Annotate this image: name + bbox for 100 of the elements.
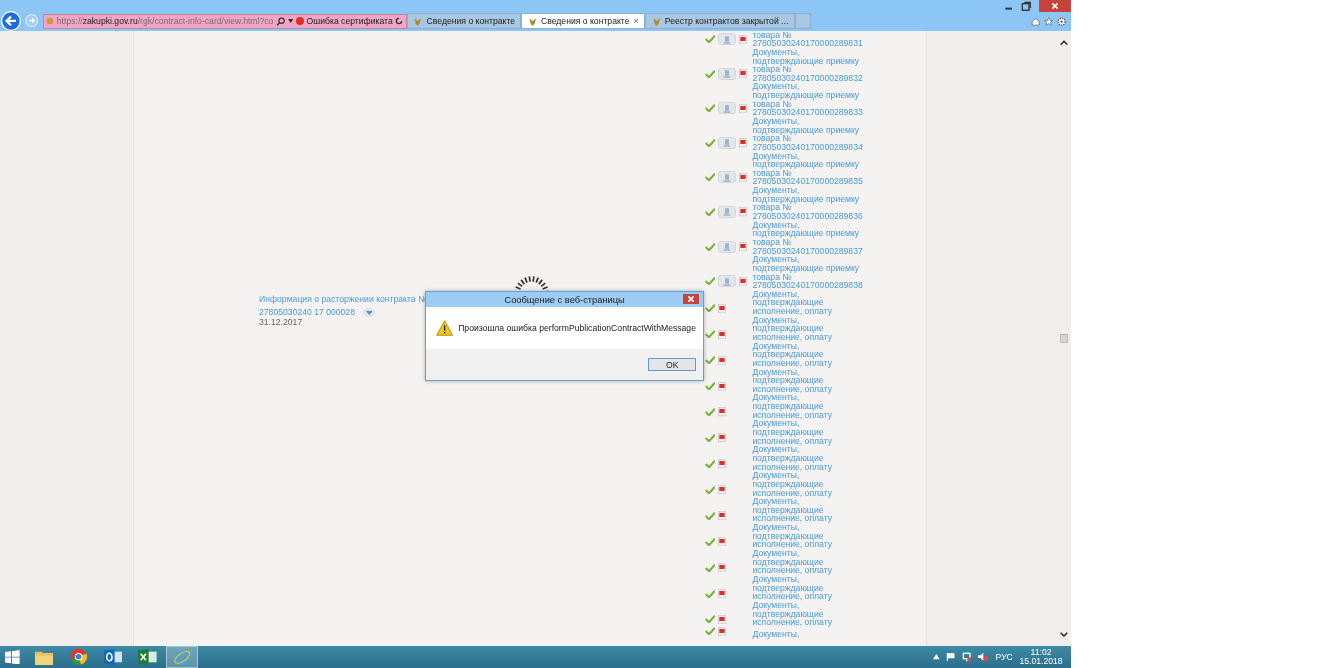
settings-icon[interactable]	[1057, 17, 1067, 27]
scroll-up-icon[interactable]	[1060, 39, 1068, 46]
clock[interactable]: 11:02 15.01.2018	[1019, 647, 1063, 667]
checkmark-icon	[704, 485, 716, 494]
stamp-icon	[723, 138, 732, 148]
pdf-file-icon[interactable]	[717, 485, 726, 495]
internet-explorer-button[interactable]	[166, 646, 199, 668]
document-link[interactable]: Документы, подтверждающие исполнение, оплату	[752, 445, 862, 472]
expand-button[interactable]	[362, 307, 375, 318]
pdf-file-icon[interactable]	[717, 303, 726, 314]
address-bar[interactable]: https://zakupki.gov.ru/rgk/contract-info-card/view.html?co Ошибка сертификата	[42, 13, 407, 29]
stamp-icon	[723, 103, 732, 113]
document-link[interactable]: Документы, подтверждающие исполнение, оплату	[752, 393, 862, 420]
checkmark-icon	[704, 382, 716, 391]
checkmark-icon	[704, 69, 716, 78]
pdf-file-icon[interactable]	[717, 563, 726, 573]
network-icon[interactable]	[962, 652, 972, 662]
pdf-file-icon[interactable]	[717, 626, 726, 637]
pdf-file-icon[interactable]	[717, 407, 726, 417]
pdf-file-icon[interactable]	[739, 172, 748, 183]
document-link[interactable]: Документы, подтверждающие исполнение, оплату	[752, 341, 862, 368]
pdf-file-icon[interactable]	[717, 588, 726, 599]
restore-icon[interactable]	[1021, 0, 1033, 12]
pdf-file-icon[interactable]	[739, 34, 748, 44]
stamp-icon	[723, 207, 732, 217]
home-icon[interactable]	[1030, 17, 1041, 27]
pdf-file-icon[interactable]	[717, 614, 726, 625]
document-link[interactable]: Документы, подтверждающие исполнение, оплату	[752, 549, 862, 575]
pdf-file-icon[interactable]	[717, 511, 726, 521]
pdf-file-icon[interactable]	[717, 459, 726, 469]
pdf-file-icon[interactable]	[739, 103, 748, 113]
certificate-error-label[interactable]: Ошибка сертификата	[306, 16, 393, 27]
checkmark-icon	[704, 35, 716, 44]
speaker-icon[interactable]	[978, 652, 989, 662]
caret-icon[interactable]	[287, 19, 294, 24]
star-icon[interactable]	[1044, 17, 1054, 27]
pdf-file-icon[interactable]	[717, 329, 726, 339]
document-link[interactable]: Документы, подтверждающие исполнение, оплату	[752, 471, 862, 498]
checkmark-icon	[704, 138, 716, 147]
back-icon[interactable]	[1, 10, 22, 31]
browser-tab[interactable]: Сведения о контракте	[407, 13, 522, 30]
close-window-button[interactable]	[1038, 0, 1071, 12]
checkmark-icon	[704, 459, 716, 468]
pdf-file-icon[interactable]	[739, 69, 748, 79]
document-link[interactable]: Документы, подтверждающие исполнение, оплату	[752, 419, 862, 446]
document-link[interactable]: Документы, подтверждающие приемку товара № 27805030240170000289837	[752, 220, 862, 256]
termination-date: 31.12.2017	[259, 317, 304, 328]
pdf-file-icon[interactable]	[739, 207, 748, 217]
pdf-file-icon[interactable]	[739, 276, 748, 286]
checkmark-icon	[704, 408, 716, 417]
mail-icon	[103, 649, 123, 665]
checkmark-icon	[704, 537, 716, 546]
pdf-file-icon[interactable]	[739, 241, 748, 252]
scrollbar-thumb[interactable]	[1060, 333, 1068, 344]
checkmark-icon	[704, 434, 716, 442]
windows-logo-icon	[5, 649, 20, 665]
stamp-icon	[723, 276, 732, 286]
spreadsheet-icon	[138, 649, 157, 665]
scroll-down-icon[interactable]	[1060, 631, 1068, 638]
document-link[interactable]: Документы, подтверждающие исполнение, оплату	[752, 574, 862, 601]
stamp-icon	[723, 34, 732, 44]
document-link[interactable]: Документы, подтверждающие приемку товара № 27805030240170000289836	[752, 186, 862, 221]
pdf-file-icon[interactable]	[717, 433, 726, 443]
checkmark-icon	[704, 277, 716, 286]
stamp-icon	[723, 69, 732, 79]
language-indicator[interactable]: РУС	[995, 652, 1013, 662]
pdf-file-icon[interactable]	[717, 537, 726, 547]
dialog-message: Произошла ошибка performPublicationContractWithMessage	[458, 323, 696, 334]
checkmark-icon	[704, 208, 716, 216]
checkmark-icon	[704, 104, 716, 113]
document-link[interactable]: Документы, подтверждающие исполнение, оплату	[752, 497, 862, 524]
refresh-icon[interactable]	[395, 17, 404, 26]
browser-tab[interactable]: Реестр контрактов закрытой ...	[645, 13, 795, 30]
document-link[interactable]: Документы, подтверждающие исполнение, оплату	[752, 600, 862, 627]
stamp-icon	[723, 172, 732, 183]
pdf-file-icon[interactable]	[717, 381, 726, 391]
pdf-file-icon[interactable]	[717, 355, 726, 365]
close-dialog-button[interactable]	[682, 293, 699, 305]
browser-tab[interactable]: Сведения о контракте ×	[521, 13, 646, 30]
document-link[interactable]: Документы,	[752, 630, 862, 639]
contract-number-link[interactable]: 27805030240 17 000028	[259, 307, 355, 318]
document-link[interactable]: Документы, подтверждающие приемку товара № 27805030240170000289838	[752, 255, 862, 290]
caret-icon	[365, 310, 373, 315]
document-link[interactable]: товара № 27805030240170000289831	[752, 30, 862, 48]
ok-button[interactable]: OK	[648, 358, 697, 372]
pdf-file-icon[interactable]	[739, 138, 748, 148]
document-link[interactable]: Документы, подтверждающие приемку товара № 27805030240170000289833	[752, 82, 862, 117]
document-link[interactable]: Документы, подтверждающие приемку товара № 27805030240170000289832	[752, 47, 862, 83]
emblem-icon	[651, 16, 661, 26]
document-link[interactable]: Документы, подтверждающие приемку товара № 27805030240170000289835	[752, 151, 862, 187]
show-hidden-icons-icon[interactable]	[933, 654, 940, 660]
document-link[interactable]: Документы, подтверждающие исполнение, оплату	[752, 289, 862, 316]
checkmark-icon	[704, 173, 716, 182]
document-link[interactable]: Документы, подтверждающие исполнение, оплату	[752, 367, 862, 394]
document-link[interactable]: Документы, подтверждающие исполнение, оплату	[752, 315, 862, 342]
search-icon[interactable]	[276, 16, 286, 26]
checkmark-icon	[704, 627, 716, 636]
document-link[interactable]: Документы, подтверждающие исполнение, оплату	[752, 523, 862, 549]
document-link[interactable]: Документы, подтверждающие приемку товара № 27805030240170000289834	[752, 117, 862, 152]
flag-icon[interactable]	[946, 653, 956, 661]
